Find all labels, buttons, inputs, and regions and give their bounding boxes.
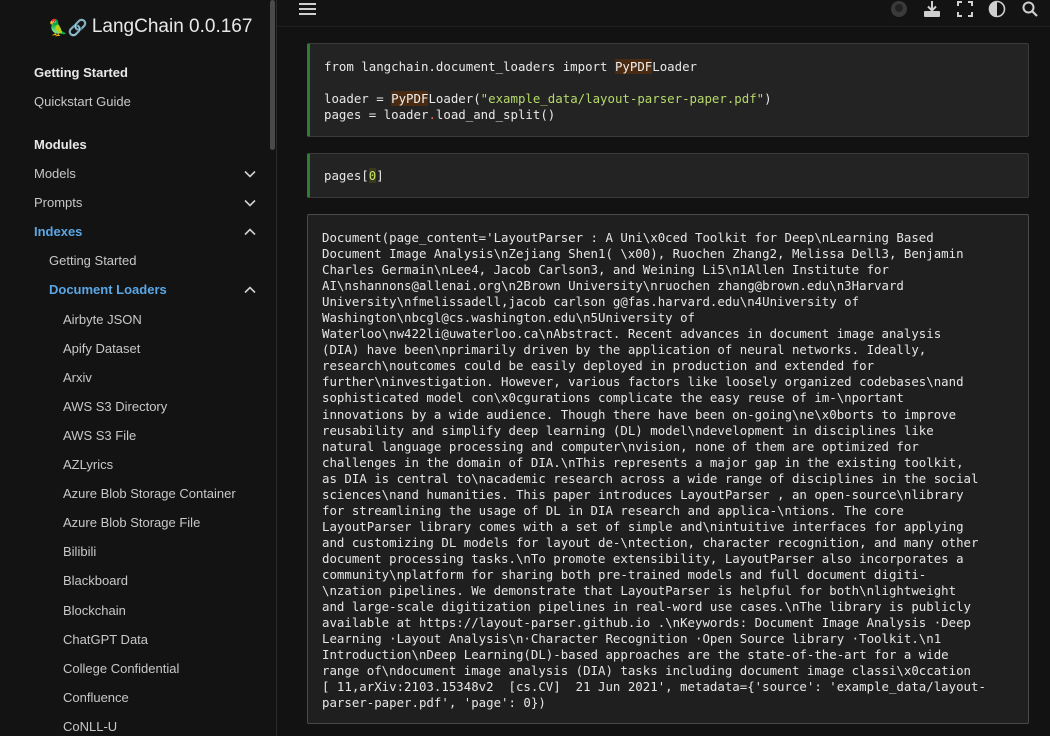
document-loaders-list: Airbyte JSON Apify Dataset Arxiv AWS S3 Dir…: [0, 305, 270, 736]
output-line: Document Image Analysis\nZejiang Shen1( …: [322, 246, 964, 262]
sidebar-item-label: Document Loaders: [49, 282, 167, 298]
caption-modules: Modules: [34, 137, 87, 153]
langchain-logo-icon: 🦜🔗: [48, 17, 88, 37]
sidebar-item-loader[interactable]: Blackboard: [0, 566, 270, 595]
output-line: and large-scale digitization pipelines i…: [322, 599, 972, 615]
output-line: Washington\nbcgl@cs.washington.edu\n5Uni…: [322, 310, 695, 326]
menu-icon[interactable]: [298, 0, 316, 18]
output-line: sophisticated model con\x0cgurations com…: [322, 390, 904, 406]
sidebar-item-loader[interactable]: Arxiv: [0, 363, 270, 392]
sidebar-item-loader[interactable]: Bilibili: [0, 537, 270, 566]
download-icon[interactable]: [922, 0, 942, 18]
brand-link[interactable]: 🦜🔗 LangChain 0.0.167: [48, 16, 252, 38]
sidebar-item-label: Models: [34, 166, 76, 182]
output-line: Introduction\nDeep Learning(DL)-based ap…: [322, 647, 949, 663]
output-line: document processing tasks.\nTo promote e…: [322, 550, 964, 566]
header-toolbar: [277, 0, 1050, 27]
sidebar-item-loader[interactable]: CoNLL-U: [0, 712, 270, 736]
output-line: Document(page_content='LayoutParser : A …: [322, 230, 934, 245]
sidebar-item-label: AWS S3 Directory: [63, 398, 168, 414]
code-cell-import-loader[interactable]: from langchain.document_loaders import P…: [307, 43, 1029, 137]
sidebar-item-label: Azure Blob Storage Container: [63, 486, 236, 502]
chevron-down-icon[interactable]: [242, 188, 258, 217]
sidebar-item-label: Prompts: [34, 195, 83, 211]
output-line: challenges in the domain of DIA.\nThis r…: [322, 454, 964, 470]
output-cell: Document(page_content='LayoutParser : A …: [307, 214, 1029, 724]
output-line: natural language processing and computer…: [322, 438, 919, 454]
output-line: sciences\nand humanities. This paper int…: [322, 486, 964, 502]
sidebar-item-indexes[interactable]: Indexes: [0, 217, 270, 246]
output-line: available at https://layout-parser.githu…: [322, 615, 972, 631]
sidebar-scrollbar[interactable]: [270, 0, 275, 150]
output-line: Learning ·Layout Analysis\n·Character Re…: [322, 631, 942, 647]
sidebar-item-label: ChatGPT Data: [63, 631, 149, 647]
output-line: research\noutcomes could be easily deplo…: [322, 358, 875, 374]
output-line: as DIA is central to\nacademic research …: [322, 470, 979, 486]
sidebar-item-label: Azure Blob Storage File: [63, 515, 201, 531]
sidebar-item-label: Arxiv: [63, 369, 92, 385]
sidebar-item-loader[interactable]: AWS S3 Directory: [0, 392, 270, 421]
output-line: range of\ndocument image analysis (DIA) …: [322, 663, 972, 679]
output-line: community\nplatform for sharing both pre…: [322, 566, 927, 582]
sidebar-item-label: Quickstart Guide: [34, 94, 131, 109]
sidebar-item-indexes-getting-started[interactable]: Getting Started: [0, 246, 270, 275]
sidebar-item-loader[interactable]: Azure Blob Storage File: [0, 508, 270, 537]
github-icon[interactable]: [889, 0, 909, 18]
output-line: reusability and simplify deep learning (…: [322, 422, 934, 438]
sidebar-item-loader[interactable]: College Confidential: [0, 654, 270, 683]
caption-getting-started: Getting Started: [34, 65, 128, 80]
sidebar-item-label: CoNLL-U: [63, 718, 118, 734]
sidebar-nav: Getting Started Quickstart Guide Modules…: [0, 58, 270, 736]
fullscreen-icon[interactable]: [955, 0, 975, 18]
chevron-up-icon[interactable]: [242, 275, 258, 304]
sidebar-item-loader[interactable]: ChatGPT Data: [0, 625, 270, 654]
sidebar-item-label: Apify Dataset: [63, 340, 141, 356]
output-line: AI\nshannons@allenai.org\n2Brown Univers…: [322, 278, 904, 294]
sidebar-item-label: Blockchain: [63, 602, 126, 618]
theme-toggle-icon[interactable]: [987, 0, 1007, 18]
sidebar-item-label: AZLyrics: [63, 457, 114, 473]
output-line: parser-paper.pdf', 'page': 0}): [322, 695, 546, 711]
sidebar-item-loader[interactable]: AZLyrics: [0, 450, 270, 479]
sidebar-item-loader[interactable]: Apify Dataset: [0, 334, 270, 363]
sidebar-item-models[interactable]: Models: [0, 159, 270, 188]
chevron-up-icon[interactable]: [242, 217, 258, 246]
sidebar-item-loader[interactable]: Azure Blob Storage Container: [0, 479, 270, 508]
output-line: (DIA) have been\nprimarily driven by the…: [322, 342, 927, 358]
code-block: pages[0]: [324, 168, 384, 183]
sidebar-item-loader[interactable]: Blockchain: [0, 596, 270, 625]
sidebar: 🦜🔗 LangChain 0.0.167 Getting Started Qui…: [0, 0, 277, 736]
output-line: for streamlining the usage of DL in DIA …: [322, 502, 904, 518]
sidebar-item-label: Airbyte JSON: [63, 311, 142, 327]
output-text: Document(page_content='LayoutParser : A …: [322, 230, 986, 711]
sidebar-item-loader[interactable]: Confluence: [0, 683, 270, 712]
output-line: [ 11,arXiv:2103.15348v2 [cs.CV] 21 Jun 2…: [322, 679, 986, 695]
sidebar-item-loader[interactable]: AWS S3 File: [0, 421, 270, 450]
sidebar-item-label: College Confidential: [63, 660, 180, 676]
output-line: Waterloo\nw422li@uwaterloo.ca\nAbstract.…: [322, 326, 942, 342]
sidebar-item-document-loaders[interactable]: Document Loaders: [0, 275, 270, 304]
sidebar-item-label: Getting Started: [49, 253, 137, 269]
output-line: further\ninvestigation. However, various…: [322, 374, 964, 390]
sidebar-item-label: Bilibili: [63, 544, 97, 560]
sidebar-item-label: Indexes: [34, 224, 83, 240]
output-line: Charles Germain\nLee4, Jacob Carlson3, a…: [322, 262, 889, 278]
sidebar-item-label: Blackboard: [63, 573, 129, 589]
search-icon[interactable]: [1020, 0, 1040, 18]
chevron-down-icon[interactable]: [242, 159, 258, 188]
output-line: and customizing DL models for layout de-…: [322, 534, 979, 550]
output-line: LayoutParser library comes with a set of…: [322, 518, 964, 534]
sidebar-item-label: Confluence: [63, 689, 129, 705]
sidebar-item-loader[interactable]: Airbyte JSON: [0, 305, 270, 334]
output-line: innovations by a wide audience. Though t…: [322, 406, 957, 422]
output-line: \nzation pipelines. We demonstrate that …: [322, 583, 957, 599]
code-cell-pages-index[interactable]: pages[0]: [307, 153, 1029, 198]
sidebar-item-prompts[interactable]: Prompts: [0, 188, 270, 217]
brand-title: LangChain 0.0.167: [91, 16, 253, 37]
sidebar-item-quickstart-guide[interactable]: Quickstart Guide: [0, 87, 270, 116]
output-line: University\nfmelissadell,jacob carlson g…: [322, 294, 860, 310]
code-block: from langchain.document_loaders import P…: [324, 59, 772, 122]
sidebar-item-label: AWS S3 File: [63, 427, 137, 443]
